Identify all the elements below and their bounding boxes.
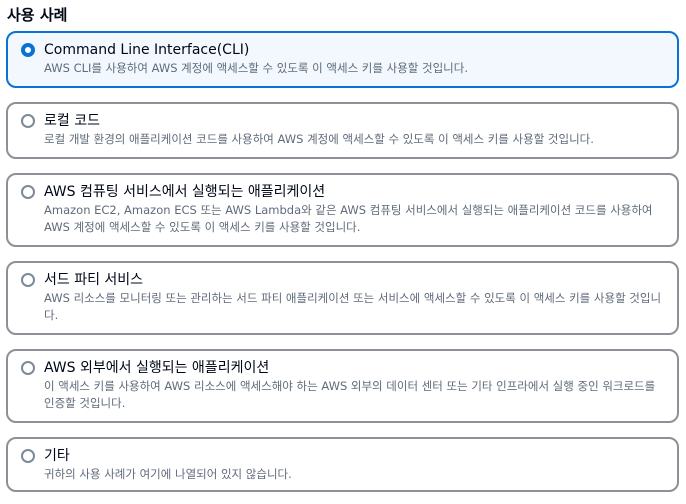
option-description: AWS CLI를 사용하여 AWS 계정에 액세스할 수 있도록 이 액세스 키… (44, 61, 468, 75)
option-description: 이 액세스 키를 사용하여 AWS 리소스에 액세스해야 하는 AWS 외부의 … (44, 379, 656, 410)
option-outside-aws-app[interactable]: AWS 외부에서 실행되는 애플리케이션 이 액세스 키를 사용하여 AWS 리… (6, 349, 679, 423)
radio-unselected-icon[interactable] (21, 185, 35, 199)
use-case-radio-group: Command Line Interface(CLI) AWS CLI를 사용하… (6, 31, 679, 504)
option-title: 서드 파티 서비스 (44, 272, 144, 288)
option-other[interactable]: 기타 귀하의 사용 사례가 여기에 나열되어 있지 않습니다. (6, 437, 679, 492)
option-description: 로컬 개발 환경의 애플리케이션 코드를 사용하여 AWS 계정에 액세스할 수… (44, 132, 594, 146)
radio-selected-icon[interactable] (21, 43, 35, 57)
section-heading: 사용 사례 (7, 6, 68, 24)
option-third-party-service[interactable]: 서드 파티 서비스 AWS 리소스를 모니터링 또는 관리하는 서드 파티 애플… (6, 261, 679, 335)
radio-unselected-icon[interactable] (21, 114, 35, 128)
option-description: Amazon EC2, Amazon ECS 또는 AWS Lambda와 같은… (44, 203, 653, 234)
option-title: Command Line Interface(CLI) (44, 42, 250, 58)
radio-unselected-icon[interactable] (21, 273, 35, 287)
radio-unselected-icon[interactable] (21, 361, 35, 375)
option-title: AWS 외부에서 실행되는 애플리케이션 (44, 360, 270, 376)
option-title: AWS 컴퓨팅 서비스에서 실행되는 애플리케이션 (44, 184, 326, 200)
option-description: AWS 리소스를 모니터링 또는 관리하는 서드 파티 애플리케이션 또는 서비… (44, 291, 662, 322)
radio-unselected-icon[interactable] (21, 449, 35, 463)
option-title: 로컬 코드 (44, 113, 100, 129)
option-local-code[interactable]: 로컬 코드 로컬 개발 환경의 애플리케이션 코드를 사용하여 AWS 계정에 … (6, 102, 679, 159)
option-description: 귀하의 사용 사례가 여기에 나열되어 있지 않습니다. (44, 467, 292, 481)
option-aws-compute-app[interactable]: AWS 컴퓨팅 서비스에서 실행되는 애플리케이션 Amazon EC2, Am… (6, 173, 679, 247)
use-case-page: 사용 사례 Command Line Interface(CLI) AWS CL… (0, 0, 686, 504)
option-title: 기타 (44, 448, 70, 464)
option-cli[interactable]: Command Line Interface(CLI) AWS CLI를 사용하… (6, 31, 679, 88)
